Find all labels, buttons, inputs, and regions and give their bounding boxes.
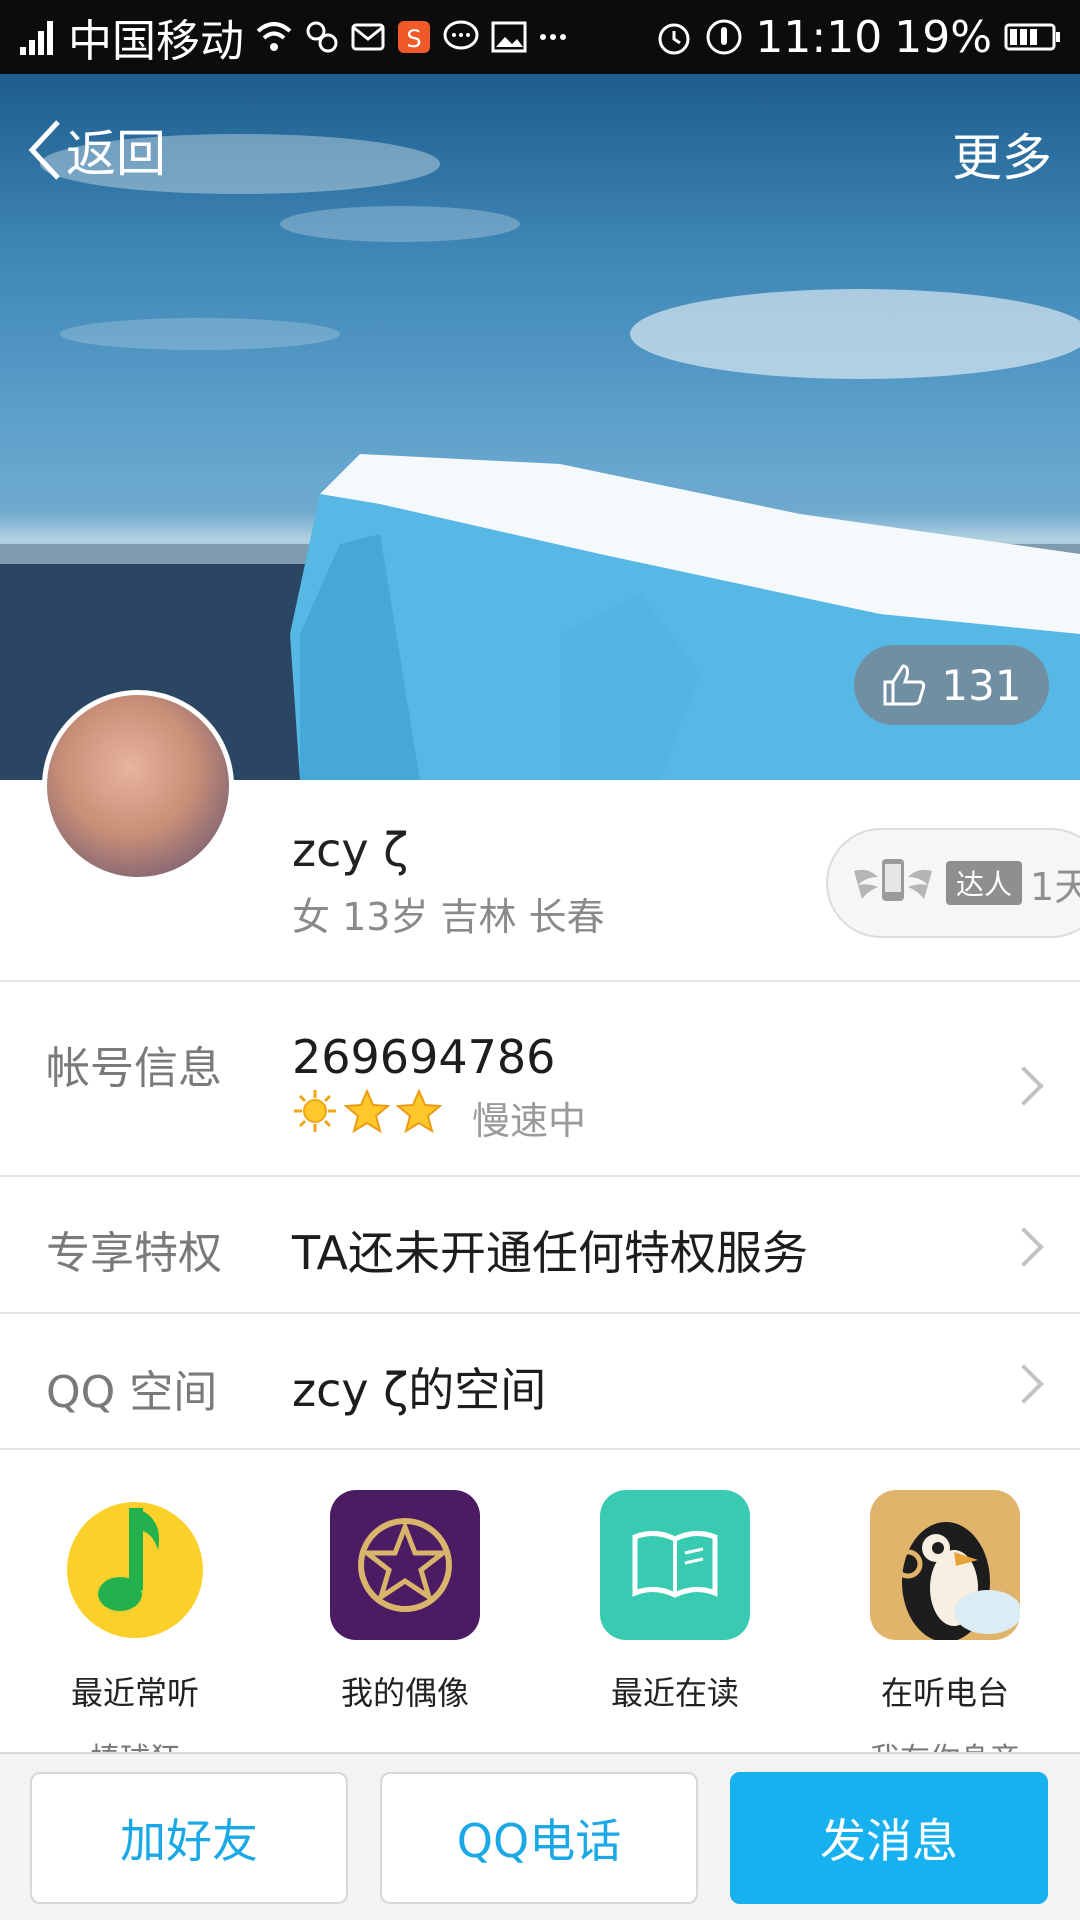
add-friend-button[interactable]: 加好友 — [30, 1772, 348, 1904]
nickname: zcy ζ — [292, 823, 409, 877]
idol-star-icon — [330, 1490, 480, 1640]
clock: 11:10 — [755, 11, 883, 63]
privilege-row[interactable]: 专享特权 TA还未开通任何特权服务 — [0, 1175, 1080, 1312]
chevron-left-icon — [28, 120, 60, 180]
mail-icon — [351, 23, 385, 51]
bottom-action-bar: 加好友 QQ电话 发消息 — [0, 1752, 1080, 1920]
book-icon — [600, 1490, 750, 1640]
chevron-right-icon — [1004, 1364, 1044, 1404]
daren-days: 1天 — [1030, 864, 1080, 909]
app-listening-radio[interactable]: 在听电台 我在你身旁 — [835, 1490, 1055, 1752]
svg-text:S: S — [406, 25, 421, 53]
qq-music-icon — [60, 1490, 210, 1640]
chevron-right-icon — [1004, 1227, 1044, 1267]
chat-bubble-icon — [443, 20, 479, 50]
qzone-value: zcy ζ的空间 — [292, 1363, 547, 1417]
alarm-icon — [658, 23, 690, 55]
sun-level-icon — [294, 1090, 336, 1132]
app-label: 我的偶像 — [340, 1674, 469, 1712]
like-button[interactable]: 131 — [854, 645, 1049, 725]
like-count: 131 — [941, 660, 1022, 710]
qq-level-badges — [292, 1088, 442, 1134]
penguin-radio-icon — [870, 1490, 1020, 1640]
back-label: 返回 — [66, 125, 166, 183]
app-shortcuts: 最近常听 棒球狂 我的偶像 最近在读 — [0, 1450, 1080, 1752]
chevron-right-icon — [1004, 1066, 1044, 1106]
touch-icon — [706, 19, 742, 55]
account-info-label: 帐号信息 — [46, 1043, 222, 1094]
thumbs-up-icon — [883, 664, 926, 706]
qq-call-button[interactable]: QQ电话 — [380, 1772, 698, 1904]
back-button[interactable]: 返回 — [26, 114, 166, 186]
account-info-row[interactable]: 帐号信息 269694786 — [0, 980, 1080, 1175]
star-level-icon — [344, 1088, 390, 1134]
app-sublabel: 我在你身旁 — [835, 1734, 1055, 1752]
winged-phone-icon — [854, 859, 932, 901]
image-icon — [491, 21, 527, 53]
wifi-icon — [256, 22, 292, 51]
app-notification-icon — [306, 21, 338, 53]
app-label: 在听电台 — [880, 1674, 1009, 1712]
qq-number: 269694786 — [292, 1030, 556, 1084]
daren-label: 达人 — [946, 861, 1023, 905]
more-button[interactable]: 更多 — [952, 118, 1052, 190]
app-recent-reading[interactable]: 最近在读 — [565, 1490, 785, 1734]
speed-status: 慢速中 — [472, 1099, 587, 1143]
app-my-idol[interactable]: 我的偶像 — [295, 1490, 515, 1734]
app-label: 最近常听 — [70, 1674, 199, 1712]
signal-icon — [20, 21, 53, 55]
profile-details: 女 13岁 吉林 长春 — [292, 895, 605, 939]
avatar[interactable] — [42, 690, 234, 882]
nav-bar: 返回 更多 — [0, 74, 1080, 224]
app-sublabel: 棒球狂 — [25, 1734, 245, 1752]
app-label: 最近在读 — [610, 1674, 739, 1712]
more-notifications-icon — [540, 34, 566, 40]
qzone-row[interactable]: QQ 空间 zcy ζ的空间 — [0, 1312, 1080, 1450]
app-recent-music[interactable]: 最近常听 棒球狂 — [25, 1490, 245, 1752]
privilege-label: 专享特权 — [46, 1228, 222, 1279]
battery-percent: 19% — [894, 11, 992, 63]
privilege-value: TA还未开通任何特权服务 — [292, 1226, 808, 1280]
battery-icon — [1004, 23, 1060, 51]
daren-badge[interactable]: 达人 1天 — [826, 828, 1080, 938]
star-level-icon — [396, 1088, 442, 1134]
carrier-name: 中国移动 — [68, 16, 244, 67]
sogou-icon: S — [398, 21, 430, 53]
qzone-label: QQ 空间 — [46, 1367, 218, 1418]
send-message-button[interactable]: 发消息 — [730, 1772, 1048, 1904]
status-bar: 中国移动 S 11:10 19% — [0, 0, 1080, 74]
